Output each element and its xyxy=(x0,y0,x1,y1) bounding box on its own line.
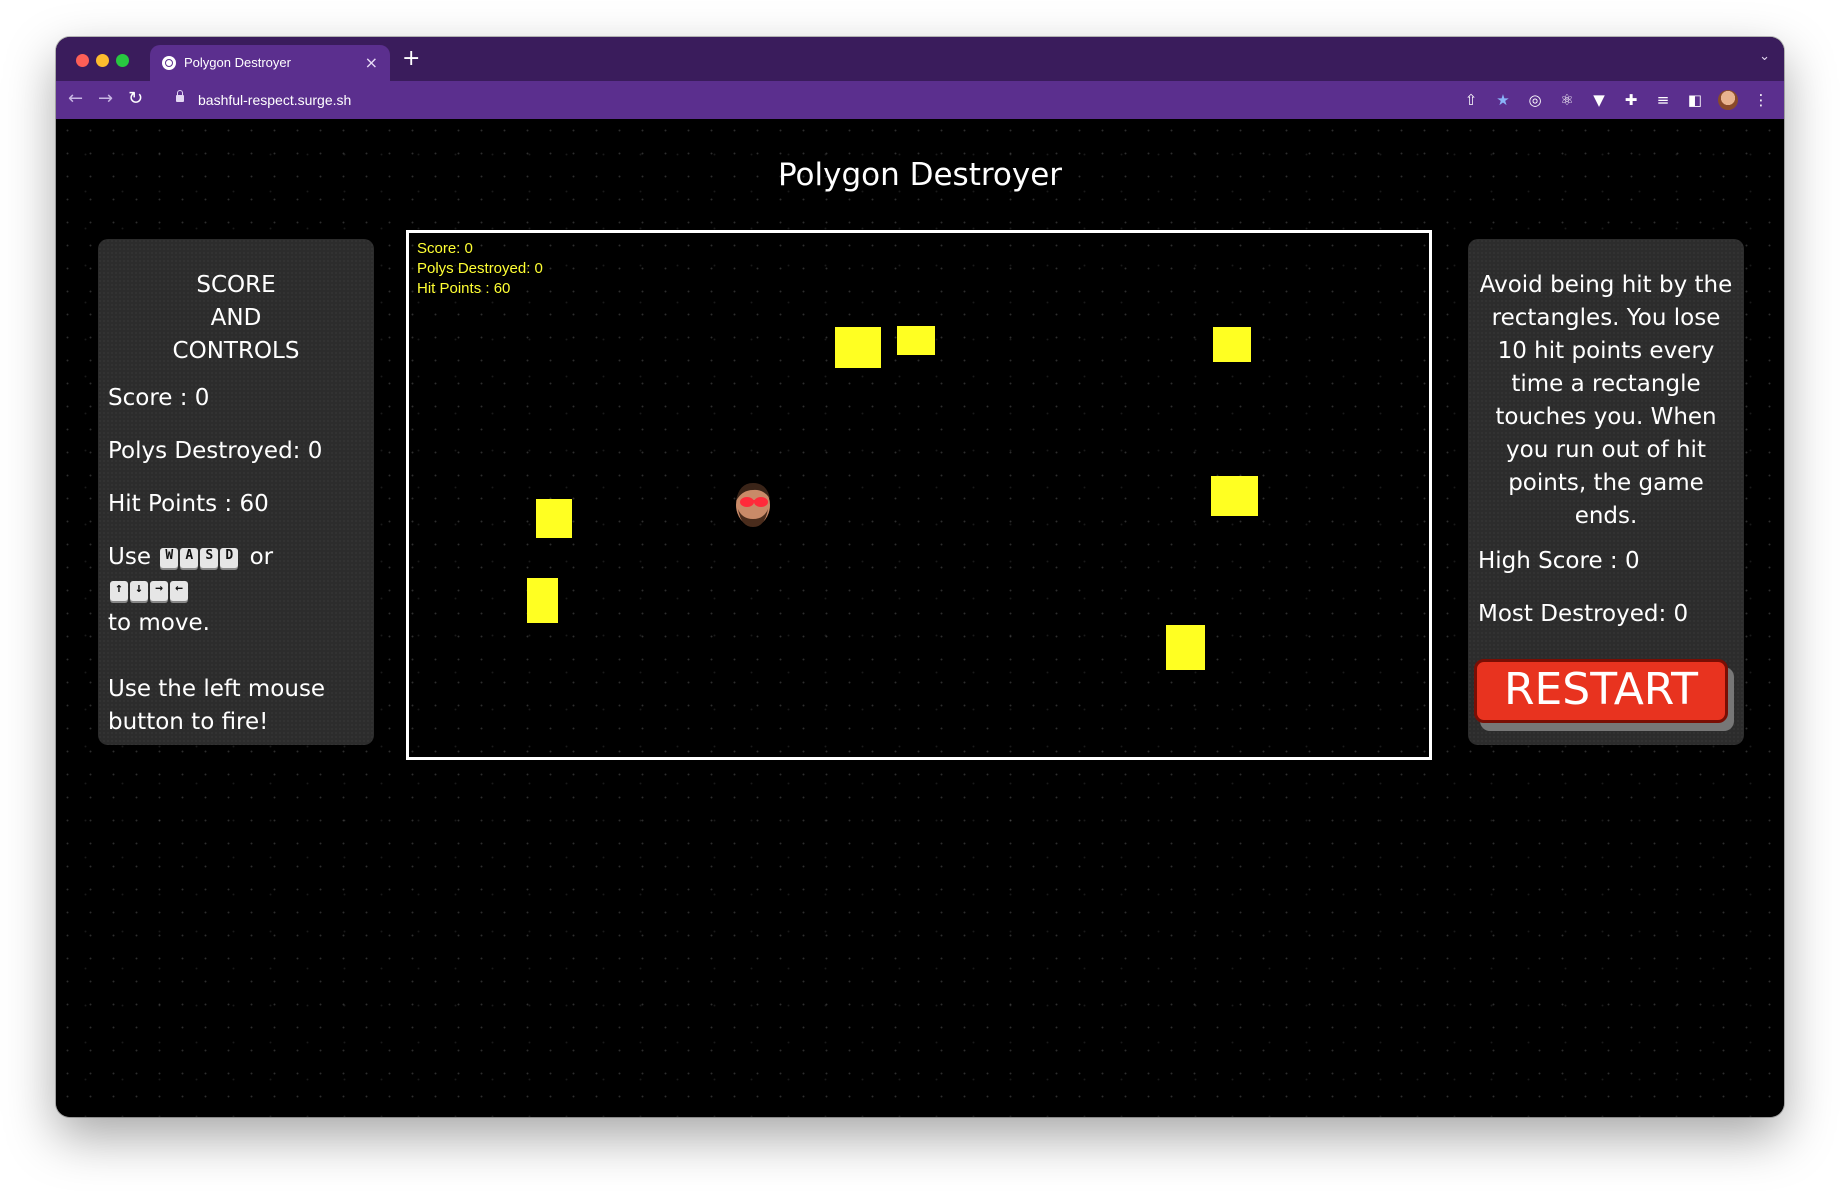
wasd-keys: W A S D xyxy=(160,547,240,568)
restart-button[interactable]: RESTART xyxy=(1474,659,1728,723)
tab-polygon-destroyer[interactable]: Polygon Destroyer × xyxy=(150,45,390,81)
new-tab-button[interactable]: + xyxy=(402,46,420,71)
hud-score: Score: 0 xyxy=(417,240,473,257)
globe-icon xyxy=(162,56,176,70)
heading-line-score: SCORE xyxy=(196,272,276,298)
score-display: Score : 0 xyxy=(108,385,210,411)
back-arrow-icon[interactable]: ← xyxy=(68,88,83,109)
high-score-display: High Score : 0 xyxy=(1478,548,1640,574)
move-instructions: Use W A S D or ↑ ↓ → ← to move. xyxy=(108,541,364,640)
tab-close-icon[interactable]: × xyxy=(365,53,378,72)
page-title: Polygon Destroyer xyxy=(777,157,1063,193)
browser-toolbar: ← → ↻ bashful-respect.surge.sh ⇧ ★ ◎ ⚛ ▼… xyxy=(56,81,1784,119)
polys-destroyed-display: Polys Destroyed: 0 xyxy=(108,438,323,464)
extensions-puzzle-icon[interactable]: ✚ xyxy=(1622,91,1640,109)
extension-vue-icon[interactable]: ▼ xyxy=(1590,91,1608,109)
key-d: D xyxy=(220,547,239,568)
most-destroyed-display: Most Destroyed: 0 xyxy=(1478,601,1689,627)
forward-arrow-icon[interactable]: → xyxy=(98,88,113,109)
enemy-rectangle xyxy=(897,326,935,355)
game-canvas[interactable]: Score: 0 Polys Destroyed: 0 Hit Points :… xyxy=(406,230,1432,760)
minimize-window-button[interactable] xyxy=(96,54,109,67)
enemy-rectangle xyxy=(835,327,881,368)
move-or-text: or xyxy=(249,544,274,570)
enemy-rectangle xyxy=(536,499,572,538)
game-page: Polygon Destroyer SCORE AND CONTROLS Sco… xyxy=(56,119,1784,1117)
enemy-rectangle xyxy=(1211,476,1258,516)
enemy-rectangle xyxy=(527,578,558,623)
enemy-rectangle xyxy=(1213,327,1251,362)
profile-avatar[interactable] xyxy=(1718,90,1738,110)
media-queue-icon[interactable]: ≡ xyxy=(1654,91,1672,109)
maximize-window-button[interactable] xyxy=(116,54,129,67)
info-panel: Avoid being hit by the rectangles. You l… xyxy=(1468,239,1744,745)
toolbar-icons: ⇧ ★ ◎ ⚛ ▼ ✚ ≡ ◧ ⋮ xyxy=(1462,87,1770,113)
key-right-arrow-icon: → xyxy=(150,580,168,601)
share-icon[interactable]: ⇧ xyxy=(1462,91,1480,109)
address-bar[interactable]: bashful-respect.surge.sh xyxy=(198,92,351,108)
tab-search-button[interactable]: ⌄ xyxy=(1759,49,1770,64)
hud-hit-points: Hit Points : 60 xyxy=(417,280,511,297)
browser-window: Polygon Destroyer × + ⌄ ← → ↻ bashful-re… xyxy=(56,37,1784,1117)
key-s: S xyxy=(200,547,219,568)
move-use-text: Use xyxy=(108,544,151,570)
lock-icon[interactable] xyxy=(176,90,184,102)
key-down-arrow-icon: ↓ xyxy=(130,580,148,601)
side-panel-icon[interactable]: ◧ xyxy=(1686,91,1704,109)
kebab-menu-icon[interactable]: ⋮ xyxy=(1752,91,1770,109)
extension-react-icon[interactable]: ⚛ xyxy=(1558,91,1576,109)
tab-strip: Polygon Destroyer × + ⌄ xyxy=(56,37,1784,81)
key-left-arrow-icon: ← xyxy=(170,580,188,601)
key-w: W xyxy=(160,547,179,568)
key-up-arrow-icon: ↑ xyxy=(110,580,128,601)
heading-line-and: AND xyxy=(210,305,262,331)
reload-icon[interactable]: ↻ xyxy=(128,88,143,109)
game-rules: Avoid being hit by the rectangles. You l… xyxy=(1479,272,1733,529)
hud-polys-destroyed: Polys Destroyed: 0 xyxy=(417,260,543,277)
hit-points-display: Hit Points : 60 xyxy=(108,491,269,517)
game-hud: Score: 0 Polys Destroyed: 0 Hit Points :… xyxy=(417,239,543,299)
key-a: A xyxy=(180,547,199,568)
tab-title: Polygon Destroyer xyxy=(184,55,291,70)
panel-heading: SCORE AND CONTROLS xyxy=(108,269,364,368)
score-controls-panel: SCORE AND CONTROLS Score : 0 Polys Destr… xyxy=(98,239,374,745)
fire-instructions: Use the left mouse button to fire! xyxy=(108,676,326,735)
enemy-rectangle xyxy=(1166,625,1205,670)
bookmark-star-icon[interactable]: ★ xyxy=(1494,91,1512,109)
player-avatar xyxy=(736,483,770,527)
heading-line-controls: CONTROLS xyxy=(172,338,300,364)
extension-target-icon[interactable]: ◎ xyxy=(1526,91,1544,109)
close-window-button[interactable] xyxy=(76,54,89,67)
move-suffix-text: to move. xyxy=(108,610,210,636)
arrow-keys: ↑ ↓ → ← xyxy=(110,580,190,601)
